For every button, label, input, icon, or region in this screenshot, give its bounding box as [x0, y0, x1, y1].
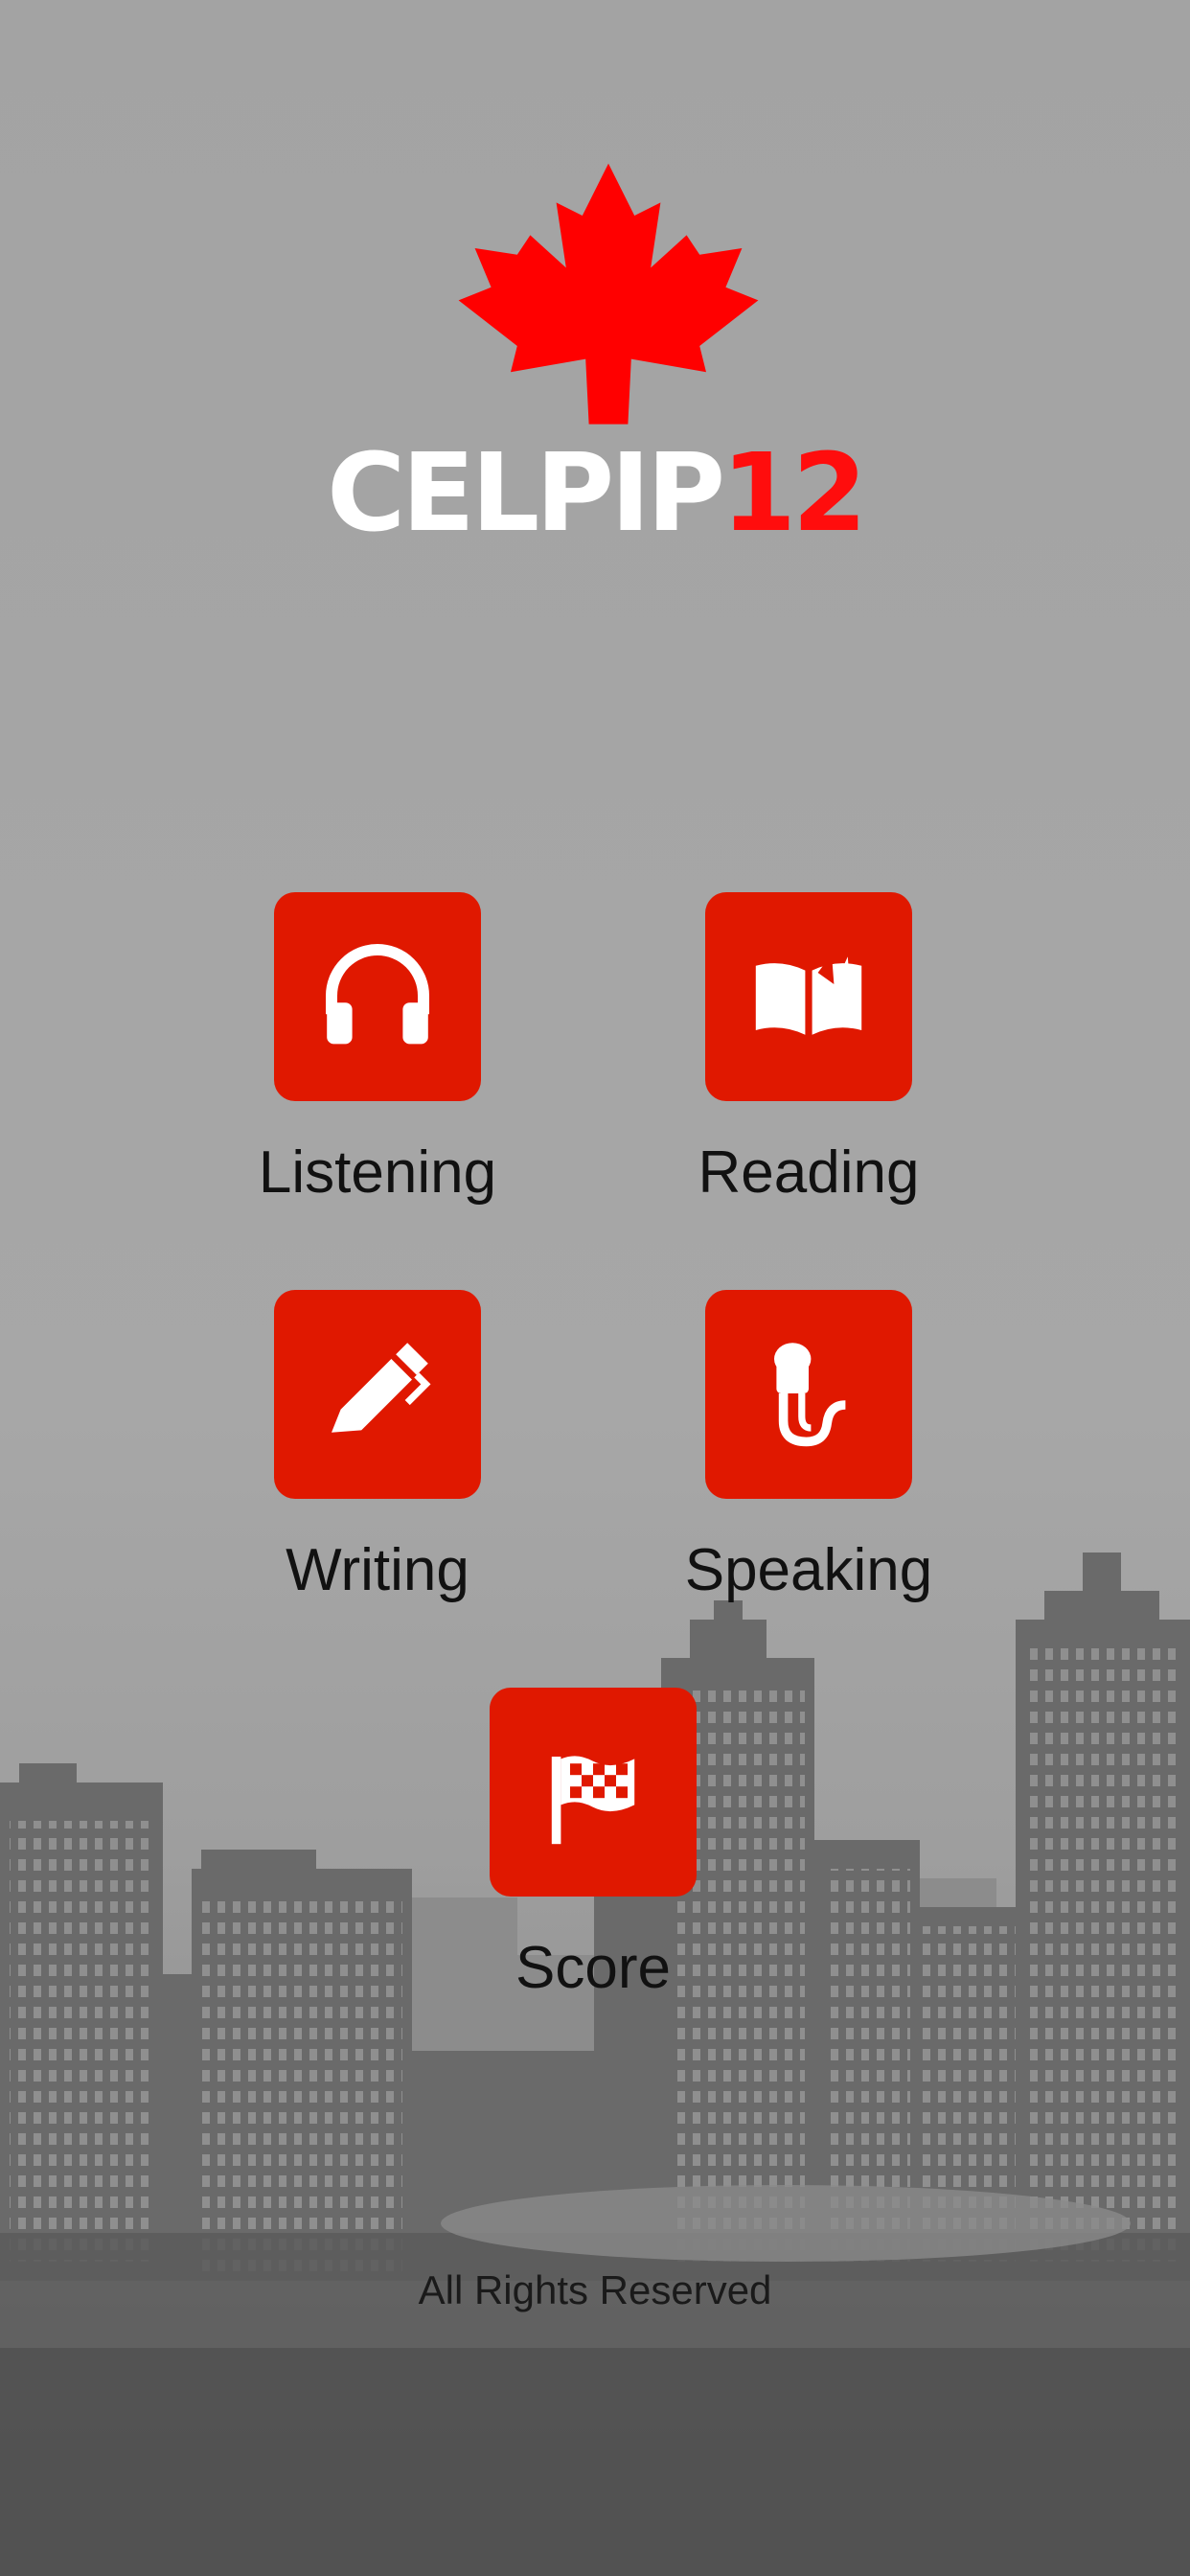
score-label: Score [515, 1935, 671, 2001]
reading-label: Reading [698, 1139, 920, 1206]
listening-label: Listening [258, 1139, 497, 1206]
logo-word: CELPIP [327, 431, 725, 556]
logo-number: 12 [721, 431, 867, 556]
app-logo: CELPIP12 [0, 153, 1190, 556]
pen-icon [332, 1343, 431, 1433]
logo-wordmark: CELPIP12 [0, 431, 1190, 556]
writing-button[interactable] [274, 1290, 481, 1499]
writing-label: Writing [286, 1537, 469, 1603]
reading-button[interactable] [705, 892, 912, 1101]
maple-leaf-icon [458, 163, 759, 425]
footer-copyright: All Rights Reserved [418, 2267, 772, 2312]
listening-button[interactable] [274, 892, 481, 1101]
score-button[interactable] [490, 1688, 697, 1897]
open-book-icon [755, 954, 862, 1035]
headphones-icon [326, 944, 429, 1045]
speaking-button[interactable] [705, 1290, 912, 1499]
checkered-flag-icon [551, 1756, 635, 1845]
speaking-label: Speaking [684, 1537, 933, 1603]
microphone-icon [774, 1343, 846, 1447]
